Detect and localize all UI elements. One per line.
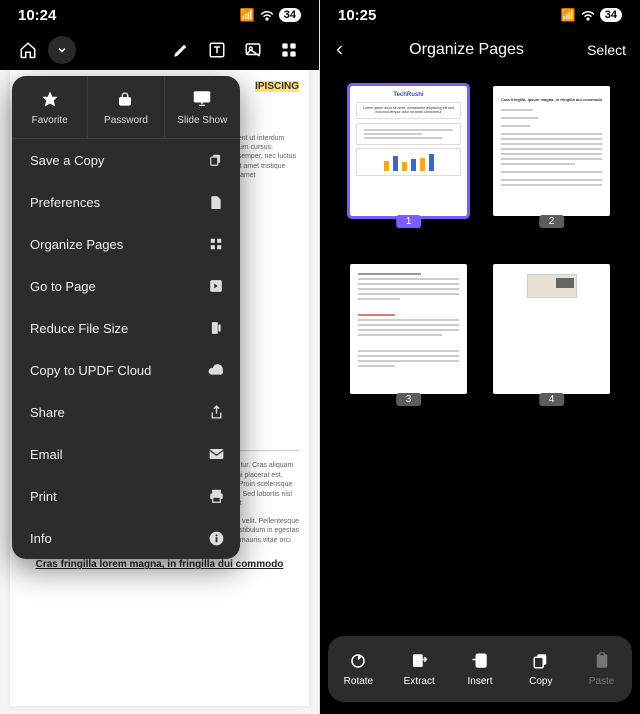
insert-button[interactable]: Insert <box>450 636 511 702</box>
menu-label: Info <box>30 531 52 546</box>
screen-pdf-reader: 10:24 📶 34 ip <box>0 0 320 714</box>
cellular-icon: 📶 <box>240 8 255 22</box>
toolbar <box>0 30 319 70</box>
select-button[interactable]: Select <box>587 42 626 58</box>
menu-organize-pages[interactable]: Organize Pages <box>12 223 240 265</box>
page-number-badge: 3 <box>396 393 422 406</box>
page-thumb-3[interactable]: 3 <box>350 264 467 424</box>
menu-label: Password <box>104 115 148 126</box>
menu-reduce-size[interactable]: Reduce File Size <box>12 307 240 349</box>
cellular-icon: 📶 <box>561 8 576 22</box>
page-thumb-4[interactable]: 4 <box>493 264 610 424</box>
menu-label: Share <box>30 405 65 420</box>
wifi-icon <box>581 10 595 21</box>
back-button[interactable] <box>334 42 346 58</box>
page-number-badge: 4 <box>539 393 565 406</box>
paste-icon <box>593 652 611 670</box>
page-thumbnail-grid: TechRushi Lorem ipsum dolor sit amet, co… <box>320 80 640 636</box>
password-button[interactable]: Password <box>88 76 164 138</box>
extract-button[interactable]: Extract <box>389 636 450 702</box>
header-bar: Organize Pages Select <box>320 30 640 70</box>
overflow-menu: Favorite Password Slide Show Save a Copy… <box>12 76 240 559</box>
action-label: Paste <box>589 676 615 687</box>
menu-copy-cloud[interactable]: Copy to UPDF Cloud <box>12 349 240 391</box>
menu-label: Favorite <box>32 115 68 126</box>
menu-label: Preferences <box>30 195 100 210</box>
wifi-icon <box>260 10 274 21</box>
action-label: Rotate <box>344 676 373 687</box>
image-tool-icon[interactable] <box>239 36 267 64</box>
menu-label: Save a Copy <box>30 153 104 168</box>
apps-icon[interactable] <box>275 36 303 64</box>
home-icon[interactable] <box>14 36 42 64</box>
rotate-icon <box>349 652 367 670</box>
menu-email[interactable]: Email <box>12 433 240 475</box>
action-bar: Rotate Extract Insert Copy Paste <box>328 636 632 702</box>
compress-icon <box>208 320 224 336</box>
slideshow-button[interactable]: Slide Show <box>165 76 240 138</box>
menu-share[interactable]: Share <box>12 391 240 433</box>
highlighted-text: ipiscing <box>255 81 299 92</box>
file-icon <box>208 194 224 210</box>
page-thumb-1[interactable]: TechRushi Lorem ipsum dolor sit amet, co… <box>350 86 467 246</box>
status-bar: 10:25 📶 34 <box>320 0 640 30</box>
thumb-title: TechRushi <box>356 92 461 99</box>
menu-label: Reduce File Size <box>30 321 128 336</box>
menu-goto-page[interactable]: Go to Page <box>12 265 240 307</box>
status-time: 10:24 <box>18 7 56 24</box>
battery-indicator: 34 <box>600 8 622 22</box>
star-icon <box>41 90 59 108</box>
extract-icon <box>410 652 428 670</box>
doc-heading: Cras fringilla lorem magna, in fringilla… <box>20 558 299 572</box>
info-icon <box>208 530 224 546</box>
action-label: Insert <box>467 676 492 687</box>
favorite-button[interactable]: Favorite <box>12 76 88 138</box>
menu-label: Email <box>30 447 63 462</box>
arrow-right-icon <box>208 278 224 294</box>
page-number-badge: 1 <box>396 215 422 228</box>
rotate-button[interactable]: Rotate <box>328 636 389 702</box>
copy-icon <box>208 152 224 168</box>
menu-label: Slide Show <box>177 115 227 126</box>
action-label: Extract <box>404 676 435 687</box>
highlight-icon[interactable] <box>167 36 195 64</box>
text-tool-icon[interactable] <box>203 36 231 64</box>
presentation-icon <box>193 90 211 108</box>
paste-button[interactable]: Paste <box>571 636 632 702</box>
action-label: Copy <box>529 676 552 687</box>
page-number-badge: 2 <box>539 215 565 228</box>
more-menu-button[interactable] <box>48 36 76 64</box>
copy-button[interactable]: Copy <box>510 636 571 702</box>
mail-icon <box>208 446 224 462</box>
share-icon <box>208 404 224 420</box>
insert-icon <box>471 652 489 670</box>
page-title: Organize Pages <box>346 41 587 59</box>
cloud-icon <box>208 362 224 378</box>
page-thumb-2[interactable]: Cras fringilla, ipsum magna, in fringill… <box>493 86 610 246</box>
menu-preferences[interactable]: Preferences <box>12 181 240 223</box>
status-time: 10:25 <box>338 7 376 24</box>
menu-label: Go to Page <box>30 279 96 294</box>
status-bar: 10:24 📶 34 <box>0 0 319 30</box>
menu-save-copy[interactable]: Save a Copy <box>12 139 240 181</box>
lock-icon <box>117 90 135 108</box>
menu-label: Copy to UPDF Cloud <box>30 363 151 378</box>
menu-label: Organize Pages <box>30 237 123 252</box>
print-icon <box>208 488 224 504</box>
menu-label: Print <box>30 489 57 504</box>
thumb-chart <box>356 148 461 176</box>
copy-icon <box>532 652 550 670</box>
screen-organize-pages: 10:25 📶 34 Organize Pages Select TechRus… <box>320 0 640 714</box>
menu-info[interactable]: Info <box>12 517 240 559</box>
battery-indicator: 34 <box>279 8 301 22</box>
grid-icon <box>208 236 224 252</box>
menu-print[interactable]: Print <box>12 475 240 517</box>
